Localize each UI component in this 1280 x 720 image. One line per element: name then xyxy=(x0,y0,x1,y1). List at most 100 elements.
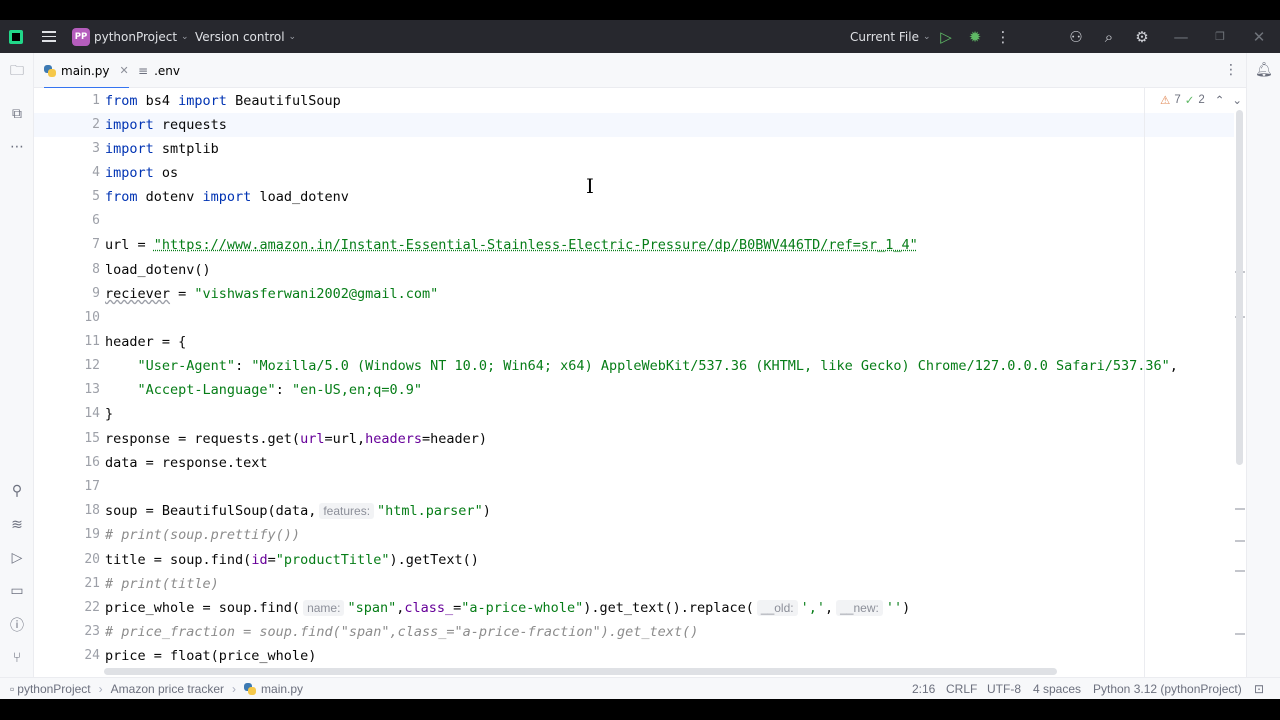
line-separator[interactable]: CRLF xyxy=(946,678,977,699)
code-line-22: price_whole = soup.find(name: "span",clas… xyxy=(105,600,911,616)
tab-label: main.py xyxy=(61,63,110,78)
minimize-icon[interactable]: — xyxy=(1170,20,1192,53)
line-number: 21 xyxy=(84,576,100,591)
line-number: 19 xyxy=(84,527,100,542)
vertical-scrollbar[interactable] xyxy=(1236,110,1243,465)
line-number: 13 xyxy=(84,382,100,397)
line-number: 4 xyxy=(92,165,100,180)
close-tab-icon[interactable]: ✕ xyxy=(120,64,129,77)
chevron-up-icon[interactable]: ⌃ xyxy=(1215,93,1225,107)
code-line-13: "Accept-Language": "en-US,en;q=0.9" xyxy=(137,382,422,398)
project-switcher[interactable]: PP pythonProject ⌄ xyxy=(72,20,189,53)
main-menu-icon[interactable] xyxy=(40,20,58,53)
line-number: 15 xyxy=(84,431,100,446)
horizontal-scrollbar[interactable] xyxy=(104,668,1057,675)
run-config-selector[interactable]: Current File ⌄ xyxy=(850,20,931,53)
settings-gear-icon[interactable]: ⚙ xyxy=(1131,20,1153,53)
tab-env[interactable]: ≡ .env xyxy=(138,53,180,88)
ok-count: 2 xyxy=(1198,94,1205,106)
code-line-18: soup = BeautifulSoup(data, features: "html… xyxy=(105,503,491,519)
screen-border xyxy=(0,699,1280,720)
line-number: 9 xyxy=(92,286,100,301)
project-badge: PP xyxy=(72,27,90,46)
run-tool-icon[interactable]: ▷ xyxy=(7,548,27,568)
restore-icon[interactable]: ❐ xyxy=(1209,20,1231,53)
python-file-icon xyxy=(44,64,56,77)
code-line-2: import requests xyxy=(105,117,227,133)
run-icon[interactable]: ▷ xyxy=(935,20,957,53)
caret-position[interactable]: 2:16 xyxy=(912,678,935,699)
inspection-widget[interactable]: ⚠ 7 ✓ 2 ⌃ ⌄ xyxy=(1160,92,1242,108)
more-actions-icon[interactable]: ⋮ xyxy=(992,20,1014,53)
python-file-icon xyxy=(244,682,257,695)
line-number: 2 xyxy=(92,117,100,132)
more-tools-icon[interactable]: ⋯ xyxy=(7,137,27,157)
title-bar: PP pythonProject ⌄ Version control ⌄ Cur… xyxy=(0,20,1280,53)
lock-icon[interactable]: ⊡ xyxy=(1254,678,1264,699)
tab-options-icon[interactable]: ⋮ xyxy=(1224,62,1238,78)
code-line-19: # print(soup.prettify()) xyxy=(105,527,301,543)
code-line-23: # price_fraction = soup.find("span",clas… xyxy=(105,624,699,640)
scroll-marker[interactable] xyxy=(1235,570,1245,572)
line-number: 1 xyxy=(92,93,100,108)
pycharm-logo-icon[interactable] xyxy=(9,20,25,53)
chevron-right-icon: › xyxy=(232,681,237,696)
breadcrumb: ▫ pythonProject › Amazon price tracker ›… xyxy=(10,678,303,699)
structure-icon[interactable]: ⧉ xyxy=(7,104,27,124)
search-icon[interactable]: ⌕ xyxy=(1098,20,1120,53)
line-number: 12 xyxy=(84,358,100,373)
code-line-14: } xyxy=(105,406,114,422)
line-number: 17 xyxy=(84,479,100,494)
tab-label: .env xyxy=(154,63,180,78)
notifications-bell-icon[interactable]: 🔔︎ xyxy=(1255,62,1273,78)
breadcrumb-file[interactable]: main.py xyxy=(261,682,303,696)
parameter-hint: features: xyxy=(319,503,375,519)
terminal-icon[interactable]: ▭ xyxy=(7,581,27,601)
left-tool-strip: 🗀 ⧉ ⋯ ⚲ ≋ ▷ ▭ ⓘ ⑂ xyxy=(0,53,34,680)
line-number: 6 xyxy=(92,213,100,228)
code-line-24: price = float(price_whole) xyxy=(105,648,317,664)
add-user-icon[interactable]: ⚇ xyxy=(1065,20,1087,53)
chevron-down-icon[interactable]: ⌄ xyxy=(1232,93,1242,107)
breadcrumb-project[interactable]: pythonProject xyxy=(17,682,90,696)
scroll-marker[interactable] xyxy=(1235,633,1245,635)
folder-icon: ▫ xyxy=(10,681,15,696)
python-console-icon[interactable]: ⚲ xyxy=(7,481,27,501)
code-line-5: from dotenv import load_dotenv xyxy=(105,189,349,205)
version-control-menu[interactable]: Version control ⌄ xyxy=(195,20,296,53)
line-number: 14 xyxy=(84,406,100,421)
warning-count: 7 xyxy=(1174,94,1181,106)
line-number: 8 xyxy=(92,262,100,277)
problems-icon[interactable]: ⓘ xyxy=(7,615,27,635)
scroll-marker[interactable] xyxy=(1235,540,1245,542)
breadcrumb-folder[interactable]: Amazon price tracker xyxy=(111,682,224,696)
layers-icon[interactable]: ≋ xyxy=(7,515,27,535)
line-number: 23 xyxy=(84,624,100,639)
project-name: pythonProject xyxy=(94,29,178,44)
tab-main-py[interactable]: main.py ✕ xyxy=(44,53,129,89)
debug-icon[interactable]: ✹ xyxy=(964,20,986,53)
indent-setting[interactable]: 4 spaces xyxy=(1033,678,1081,699)
text-file-icon: ≡ xyxy=(138,63,149,78)
line-number: 22 xyxy=(84,600,100,615)
parameter-hint: __old: xyxy=(756,600,798,616)
run-config-label: Current File xyxy=(850,29,919,44)
parameter-hint: __new: xyxy=(836,600,883,616)
code-line-21: # print(title) xyxy=(105,576,219,592)
file-encoding[interactable]: UTF-8 xyxy=(987,678,1021,699)
text-cursor-icon: I xyxy=(586,174,594,198)
warning-icon: ⚠ xyxy=(1160,95,1171,107)
code-line-12: "User-Agent": "Mozilla/5.0 (Windows NT 1… xyxy=(137,358,1178,374)
chevron-down-icon: ⌄ xyxy=(288,31,297,42)
line-number: 20 xyxy=(84,552,100,567)
line-number: 18 xyxy=(84,503,100,518)
project-folder-icon[interactable]: 🗀 xyxy=(7,62,27,82)
code-line-3: import smtplib xyxy=(105,141,219,157)
git-icon[interactable]: ⑂ xyxy=(7,648,27,668)
code-editor[interactable]: 1 2 3 4 5 6 7 8 9 10 11 12 13 14 15 16 1… xyxy=(34,88,1246,680)
scroll-marker[interactable] xyxy=(1235,508,1245,510)
line-number: 3 xyxy=(92,141,100,156)
close-icon[interactable]: ✕ xyxy=(1248,20,1270,53)
python-interpreter[interactable]: Python 3.12 (pythonProject) xyxy=(1093,678,1242,699)
right-margin-guide xyxy=(1144,88,1145,680)
